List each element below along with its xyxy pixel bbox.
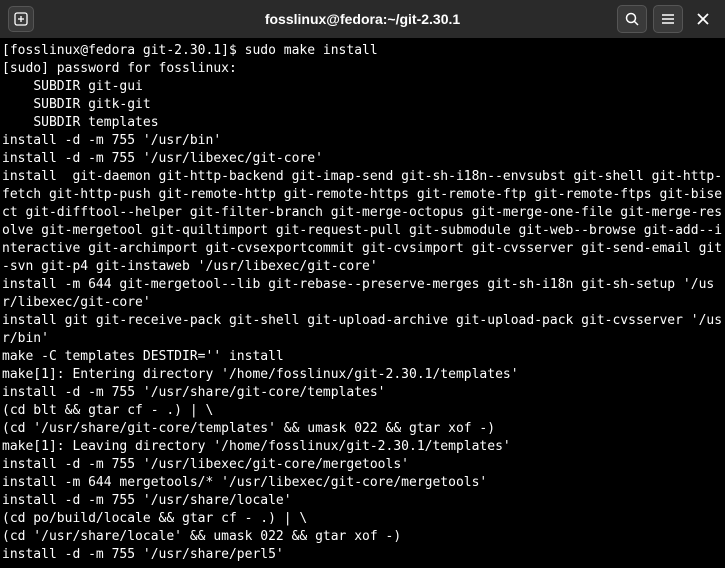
new-tab-button[interactable] [8,6,34,32]
terminal-line: install -m 644 git-mergetool--lib git-re… [2,276,723,312]
plus-icon [14,12,28,26]
terminal-output[interactable]: [fosslinux@fedora git-2.30.1]$ sudo make… [0,38,725,568]
search-button[interactable] [617,5,647,33]
terminal-line: install git-daemon git-http-backend git-… [2,168,723,276]
terminal-line: install git git-receive-pack git-shell g… [2,312,723,348]
menu-button[interactable] [653,5,683,33]
terminal-line: install -d -m 755 '/usr/share/perl5' [2,546,723,564]
close-button[interactable] [689,5,717,33]
terminal-line: (cd '/usr/share/git-core/templates' && u… [2,420,723,438]
close-icon [697,13,709,25]
terminal-line: make[1]: Leaving directory '/home/fossli… [2,438,723,456]
terminal-line: SUBDIR gitk-git [2,96,723,114]
titlebar: fosslinux@fedora:~/git-2.30.1 [0,0,725,38]
terminal-line: install -d -m 755 '/usr/share/git-core/t… [2,384,723,402]
terminal-line: install -d -m 755 '/usr/bin' [2,132,723,150]
terminal-line: make[1]: Entering directory '/home/fossl… [2,366,723,384]
terminal-line: install -d -m 755 '/usr/share/locale' [2,492,723,510]
terminal-line: make -C templates DESTDIR='' install [2,348,723,366]
terminal-line: [sudo] password for fosslinux: [2,60,723,78]
terminal-line: install -d -m 755 '/usr/libexec/git-core… [2,456,723,474]
terminal-line: SUBDIR git-gui [2,78,723,96]
titlebar-right [617,5,717,33]
hamburger-icon [661,13,675,25]
terminal-line: SUBDIR templates [2,114,723,132]
terminal-line: (cd po/build/locale && gtar cf - .) | \ [2,510,723,528]
terminal-line: [fosslinux@fedora git-2.30.1]$ sudo make… [2,42,723,60]
terminal-line: install -m 644 mergetools/* '/usr/libexe… [2,474,723,492]
search-icon [625,12,639,26]
terminal-line: install -d -m 755 '/usr/libexec/git-core… [2,150,723,168]
terminal-line: (cd '/usr/share/locale' && umask 022 && … [2,528,723,546]
window-title: fosslinux@fedora:~/git-2.30.1 [265,11,460,27]
terminal-line: (cd blt && gtar cf - .) | \ [2,402,723,420]
